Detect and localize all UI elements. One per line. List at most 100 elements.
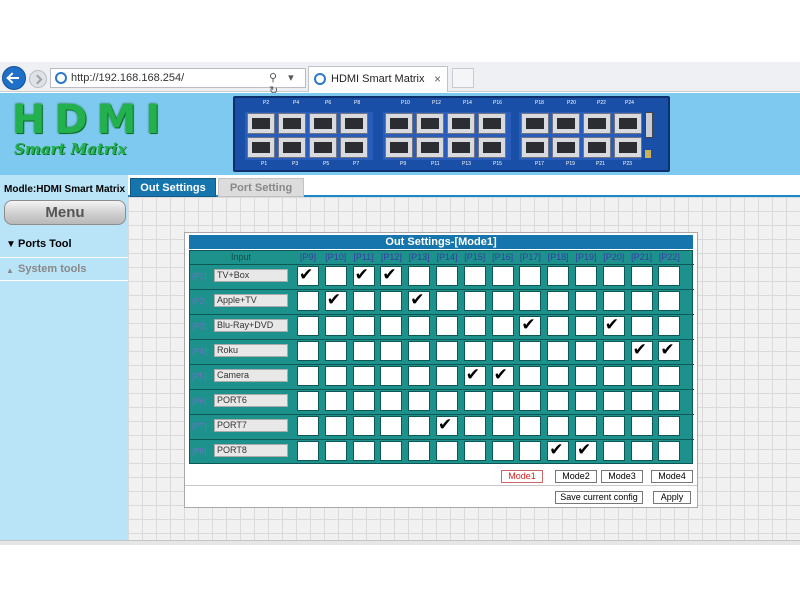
- route-checkbox[interactable]: [547, 291, 570, 311]
- route-checkbox[interactable]: [547, 391, 570, 411]
- route-checkbox[interactable]: [463, 266, 486, 286]
- route-checkbox[interactable]: [297, 291, 319, 311]
- route-checkbox[interactable]: [630, 316, 653, 336]
- route-checkbox[interactable]: [602, 315, 625, 336]
- route-checkbox[interactable]: [380, 265, 403, 286]
- menu-button[interactable]: Menu: [4, 200, 126, 225]
- route-checkbox[interactable]: [408, 290, 431, 311]
- apply-button[interactable]: Apply: [653, 491, 691, 504]
- route-checkbox[interactable]: [602, 441, 625, 461]
- route-checkbox[interactable]: [352, 341, 375, 361]
- forward-arrow-icon[interactable]: [29, 70, 47, 88]
- route-checkbox[interactable]: [463, 416, 486, 436]
- route-checkbox[interactable]: [436, 391, 458, 411]
- route-checkbox[interactable]: [658, 291, 681, 311]
- route-checkbox[interactable]: [630, 266, 653, 286]
- route-checkbox[interactable]: [463, 391, 486, 411]
- route-checkbox[interactable]: [575, 440, 597, 461]
- input-name-field[interactable]: Blu-Ray+DVD: [214, 319, 288, 332]
- route-checkbox[interactable]: [519, 315, 542, 336]
- route-checkbox[interactable]: [436, 441, 458, 461]
- mode-button-2[interactable]: Mode2: [555, 470, 597, 483]
- tab-out-settings[interactable]: Out Settings: [130, 178, 216, 197]
- route-checkbox[interactable]: [491, 365, 514, 386]
- browser-tab[interactable]: HDMI Smart Matrix ×: [308, 66, 448, 92]
- route-checkbox[interactable]: [324, 441, 347, 461]
- route-checkbox[interactable]: [547, 440, 570, 461]
- tab-port-setting[interactable]: Port Setting: [218, 178, 304, 197]
- route-checkbox[interactable]: [630, 340, 653, 361]
- route-checkbox[interactable]: [297, 316, 319, 336]
- input-name-field[interactable]: TV+Box: [214, 269, 288, 282]
- route-checkbox[interactable]: [575, 291, 597, 311]
- mode-button-1[interactable]: Mode1: [501, 470, 543, 483]
- close-tab-icon[interactable]: ×: [434, 72, 441, 86]
- route-checkbox[interactable]: [408, 416, 431, 436]
- route-checkbox[interactable]: [658, 340, 681, 361]
- route-checkbox[interactable]: [408, 341, 431, 361]
- route-checkbox[interactable]: [436, 341, 458, 361]
- back-arrow-icon[interactable]: [2, 66, 26, 90]
- route-checkbox[interactable]: [491, 266, 514, 286]
- route-checkbox[interactable]: [324, 391, 347, 411]
- mode-button-4[interactable]: Mode4: [651, 470, 693, 483]
- route-checkbox[interactable]: [575, 366, 597, 386]
- route-checkbox[interactable]: [658, 316, 681, 336]
- route-checkbox[interactable]: [519, 391, 542, 411]
- route-checkbox[interactable]: [324, 316, 347, 336]
- route-checkbox[interactable]: [408, 366, 431, 386]
- route-checkbox[interactable]: [519, 441, 542, 461]
- route-checkbox[interactable]: [519, 266, 542, 286]
- route-checkbox[interactable]: [408, 316, 431, 336]
- route-checkbox[interactable]: [297, 265, 319, 286]
- route-checkbox[interactable]: [408, 391, 431, 411]
- route-checkbox[interactable]: [324, 416, 347, 436]
- route-checkbox[interactable]: [602, 291, 625, 311]
- route-checkbox[interactable]: [352, 391, 375, 411]
- route-checkbox[interactable]: [602, 266, 625, 286]
- input-name-field[interactable]: PORT8: [214, 444, 288, 457]
- route-checkbox[interactable]: [324, 341, 347, 361]
- route-checkbox[interactable]: [408, 441, 431, 461]
- route-checkbox[interactable]: [436, 316, 458, 336]
- route-checkbox[interactable]: [380, 391, 403, 411]
- route-checkbox[interactable]: [463, 365, 486, 386]
- route-checkbox[interactable]: [297, 441, 319, 461]
- route-checkbox[interactable]: [297, 341, 319, 361]
- route-checkbox[interactable]: [491, 441, 514, 461]
- route-checkbox[interactable]: [491, 391, 514, 411]
- route-checkbox[interactable]: [575, 266, 597, 286]
- route-checkbox[interactable]: [463, 316, 486, 336]
- route-checkbox[interactable]: [352, 416, 375, 436]
- route-checkbox[interactable]: [547, 316, 570, 336]
- route-checkbox[interactable]: [297, 366, 319, 386]
- route-checkbox[interactable]: [491, 416, 514, 436]
- input-name-field[interactable]: PORT6: [214, 394, 288, 407]
- route-checkbox[interactable]: [352, 366, 375, 386]
- route-checkbox[interactable]: [630, 291, 653, 311]
- route-checkbox[interactable]: [575, 416, 597, 436]
- route-checkbox[interactable]: [297, 391, 319, 411]
- address-bar[interactable]: http://192.168.168.254/ ⚲ ▾ ↻: [50, 68, 306, 97]
- new-tab-button[interactable]: [452, 68, 474, 88]
- route-checkbox[interactable]: [658, 441, 681, 461]
- route-checkbox[interactable]: [630, 441, 653, 461]
- sidebar-item-ports-tool[interactable]: ▼ Ports Tool: [0, 233, 128, 257]
- route-checkbox[interactable]: [408, 266, 431, 286]
- route-checkbox[interactable]: [380, 441, 403, 461]
- route-checkbox[interactable]: [547, 366, 570, 386]
- route-checkbox[interactable]: [380, 291, 403, 311]
- route-checkbox[interactable]: [352, 316, 375, 336]
- input-name-field[interactable]: Apple+TV: [214, 294, 288, 307]
- route-checkbox[interactable]: [658, 391, 681, 411]
- route-checkbox[interactable]: [519, 366, 542, 386]
- route-checkbox[interactable]: [436, 266, 458, 286]
- route-checkbox[interactable]: [602, 391, 625, 411]
- route-checkbox[interactable]: [602, 366, 625, 386]
- route-checkbox[interactable]: [630, 391, 653, 411]
- route-checkbox[interactable]: [380, 341, 403, 361]
- route-checkbox[interactable]: [436, 366, 458, 386]
- route-checkbox[interactable]: [602, 416, 625, 436]
- route-checkbox[interactable]: [380, 416, 403, 436]
- route-checkbox[interactable]: [463, 341, 486, 361]
